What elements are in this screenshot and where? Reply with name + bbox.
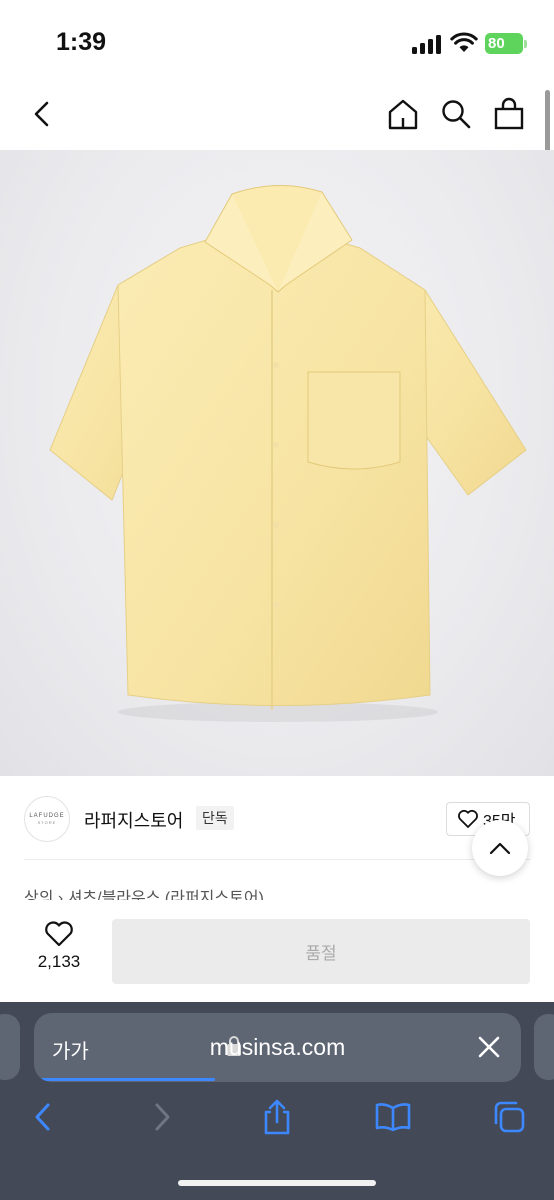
exclusive-badge: 단독 bbox=[196, 806, 234, 830]
home-button[interactable] bbox=[383, 94, 423, 134]
forward-icon bbox=[155, 1103, 170, 1131]
bookmarks-button[interactable] bbox=[370, 1094, 416, 1140]
browser-back-button[interactable] bbox=[20, 1094, 66, 1140]
close-icon[interactable] bbox=[474, 1032, 504, 1062]
search-icon bbox=[442, 100, 471, 129]
product-image[interactable] bbox=[0, 150, 554, 776]
battery-indicator: 80 bbox=[485, 33, 523, 54]
wishlist-count: 2,133 bbox=[37, 952, 81, 971]
cellular-signal-icon bbox=[412, 34, 442, 54]
cart-button[interactable] bbox=[489, 94, 529, 134]
wishlist-button[interactable]: 2,133 bbox=[24, 920, 94, 984]
back-icon bbox=[34, 101, 49, 127]
battery-tip bbox=[524, 40, 527, 48]
brand-row: LAFUDGE STORE 라퍼지스토어 단독 35만 bbox=[0, 776, 554, 860]
page-load-progress bbox=[40, 1078, 215, 1081]
brand-name[interactable]: 라퍼지스토어 bbox=[84, 807, 183, 833]
app-header bbox=[0, 86, 554, 150]
home-indicator[interactable] bbox=[178, 1180, 376, 1186]
address-bar[interactable]: 가가 musinsa.com bbox=[34, 1013, 521, 1082]
scroll-to-top-button[interactable] bbox=[472, 820, 528, 876]
share-button[interactable] bbox=[254, 1094, 300, 1140]
heart-icon bbox=[458, 809, 478, 828]
search-button[interactable] bbox=[436, 94, 476, 134]
brand-logo-text: LAFUDGE bbox=[29, 813, 65, 819]
url-text: musinsa.com bbox=[209, 1034, 346, 1060]
back-icon bbox=[35, 1103, 50, 1131]
share-icon bbox=[264, 1099, 290, 1135]
soldout-button[interactable]: 품절 bbox=[112, 919, 530, 984]
chevron-up-icon bbox=[489, 842, 511, 855]
shopping-bag-icon bbox=[494, 97, 524, 130]
back-button[interactable] bbox=[22, 94, 62, 134]
home-icon bbox=[388, 99, 418, 130]
battery-level: 80 bbox=[488, 35, 505, 52]
browser-forward-button[interactable] bbox=[139, 1094, 185, 1140]
browser-toolbar: 가가 musinsa.com bbox=[0, 1002, 554, 1200]
status-bar: 1:39 80 bbox=[0, 0, 554, 86]
brand-logo[interactable]: LAFUDGE STORE bbox=[24, 796, 70, 842]
bookmarks-icon bbox=[375, 1103, 411, 1132]
heart-icon bbox=[45, 921, 73, 947]
status-time: 1:39 bbox=[56, 28, 107, 56]
tabs-button[interactable] bbox=[486, 1094, 532, 1140]
tabs-icon bbox=[494, 1101, 525, 1133]
previous-tab-preview[interactable] bbox=[0, 1014, 20, 1080]
divider bbox=[24, 859, 530, 860]
shirt-image bbox=[49, 185, 527, 722]
brand-logo-subtext: STORE bbox=[37, 820, 57, 825]
scrollbar[interactable] bbox=[545, 90, 550, 158]
next-tab-preview[interactable] bbox=[534, 1014, 554, 1080]
purchase-bar: 2,133 품절 bbox=[0, 900, 554, 1002]
wifi-icon bbox=[450, 32, 478, 52]
